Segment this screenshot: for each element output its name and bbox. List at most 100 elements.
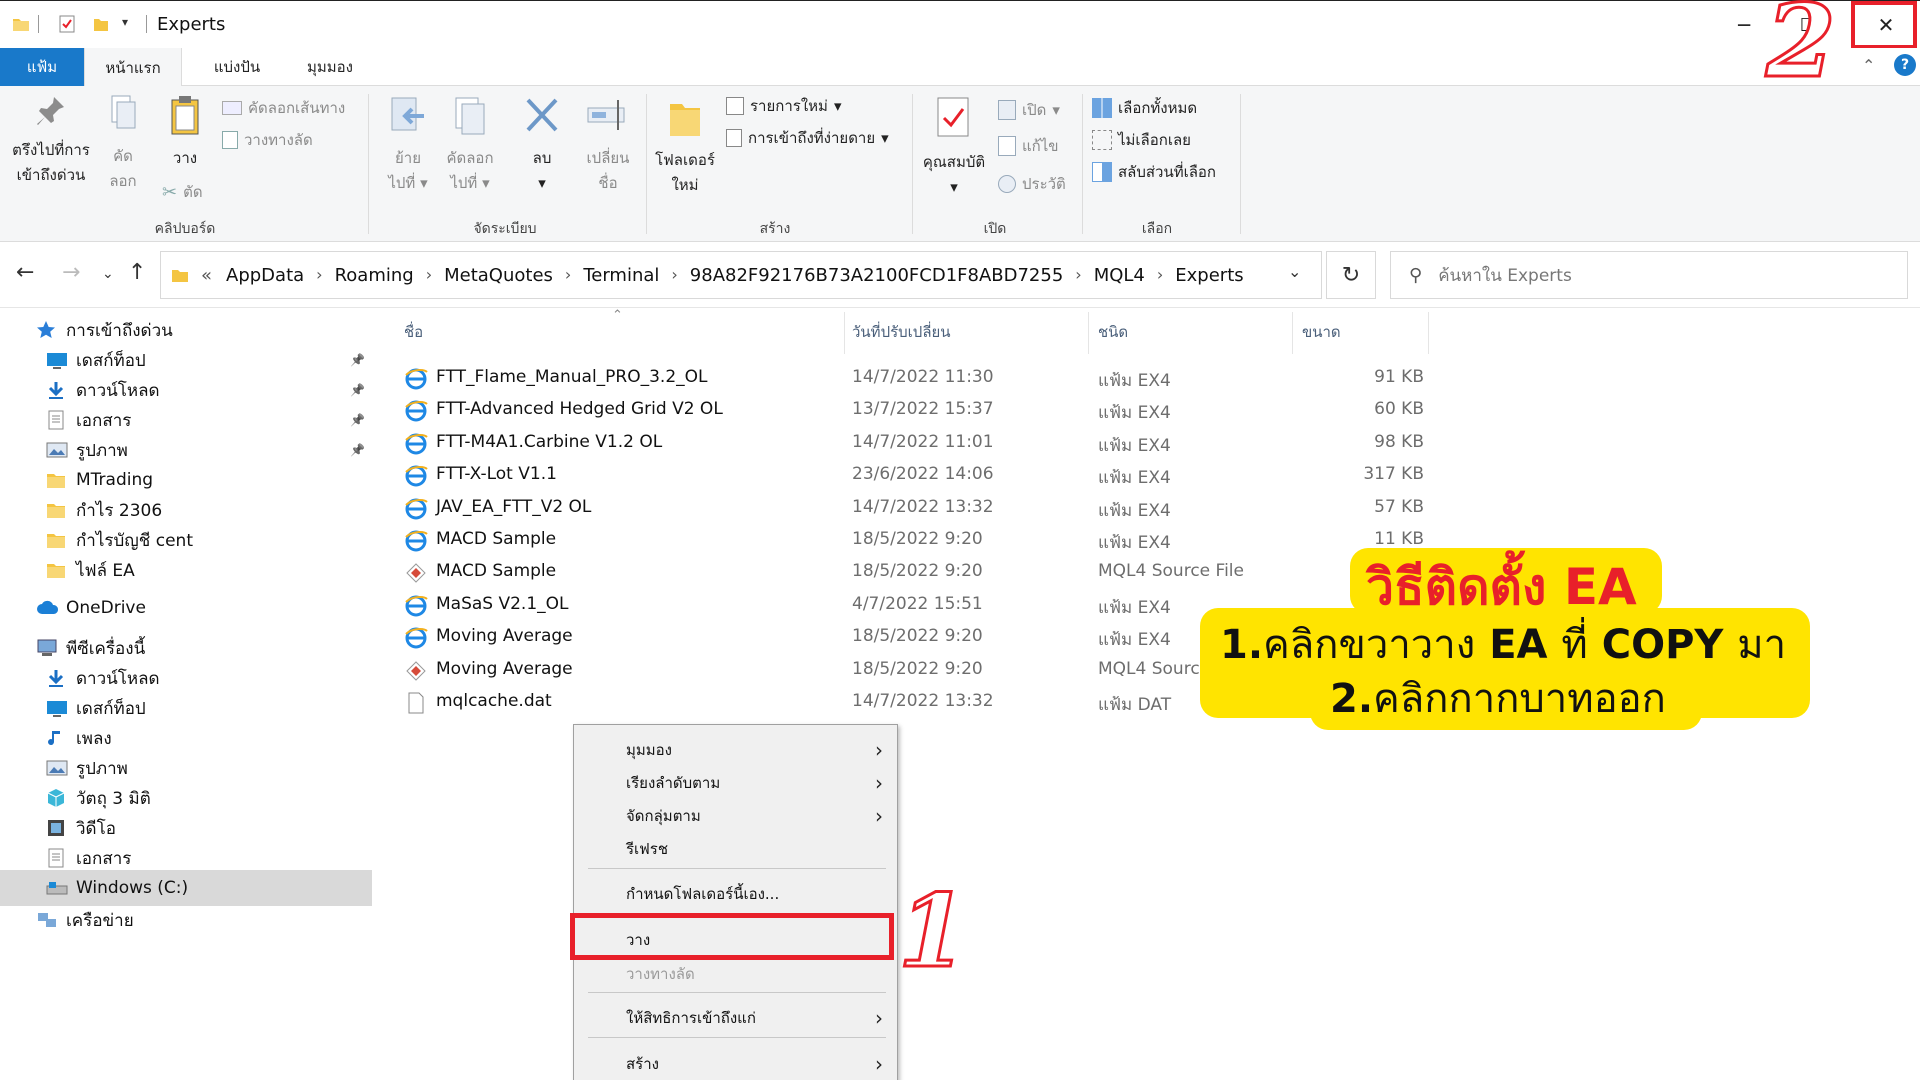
nav-item[interactable]: Windows (C:) — [0, 870, 372, 906]
context-menu-separator — [588, 992, 886, 993]
delete-label: ลบ — [532, 149, 552, 167]
file-name: MACD Sample — [436, 529, 557, 549]
file-row[interactable]: JAV_EA_FTT_V2 OL 14/7/2022 13:32 แฟ้ม EX4 5… — [404, 492, 1804, 524]
breadcrumb-item[interactable]: Experts — [1175, 265, 1243, 286]
nav-item-label: กำไร 2306 — [76, 500, 163, 521]
easy-access-button[interactable]: การเข้าถึงที่ง่ายดาย ▾ — [726, 126, 889, 150]
file-type: แฟ้ม EX4 — [1098, 630, 1171, 651]
desktop-icon — [46, 698, 68, 718]
context-menu-separator — [588, 868, 886, 869]
context-menu-item[interactable]: มุมมอง › — [574, 733, 899, 766]
computer-icon — [36, 638, 58, 658]
help-icon[interactable]: ? — [1894, 54, 1916, 76]
up-arrow-icon[interactable]: ↑ — [128, 260, 146, 285]
close-highlight-box — [1851, 1, 1917, 49]
address-dropdown-chevron-icon[interactable]: ⌄ — [1288, 262, 1301, 281]
nav-item-label: OneDrive — [66, 598, 146, 618]
pin-quick-access-button[interactable]: ตรึงไปที่การ เข้าถึงด่วน — [6, 94, 96, 188]
context-menu-item[interactable]: เรียงลำดับตาม › — [574, 766, 899, 799]
breadcrumb-chevron-icon[interactable]: › — [426, 265, 432, 286]
file-row[interactable]: FTT-M4A1.Carbine V1.2 OL 14/7/2022 11:01 แ… — [404, 427, 1804, 459]
collapse-ribbon-icon[interactable]: ⌃ — [1862, 56, 1875, 75]
invert-selection-icon — [1092, 162, 1112, 182]
breadcrumb-chevron-icon[interactable]: › — [1075, 265, 1081, 286]
new-folder-icon[interactable] — [92, 15, 110, 33]
nav-item-label: MTrading — [76, 470, 154, 490]
nav-item[interactable]: ไฟล์ EA — [0, 552, 372, 588]
search-box[interactable]: ⚲ ค้นหาใน Experts — [1390, 251, 1908, 299]
invert-selection-button[interactable]: สลับส่วนที่เลือก — [1092, 160, 1216, 184]
file-type: MQL4 Source — [1098, 658, 1211, 679]
ie-icon — [404, 529, 428, 553]
breadcrumb-chevron-icon[interactable]: › — [565, 265, 571, 286]
delete-button[interactable]: ลบ ▾ — [514, 94, 570, 196]
select-none-button[interactable]: ไม่เลือกเลย — [1092, 128, 1191, 152]
tab-file[interactable]: แฟ้ม — [0, 48, 84, 86]
copy-button[interactable]: คัด ลอก — [98, 94, 148, 194]
move-to-button[interactable]: ย้าย ไปที่ ▾ — [378, 94, 438, 196]
nav-item[interactable]: OneDrive — [0, 590, 372, 626]
context-menu-item[interactable]: กำหนดโฟลเดอร์นี้เอง... — [574, 877, 899, 910]
breadcrumb-item[interactable]: 98A82F92176B73A2100FCD1F8ABD7255 — [690, 265, 1063, 286]
ie-icon — [404, 432, 428, 456]
breadcrumb-item[interactable]: MQL4 — [1094, 265, 1145, 286]
file-row[interactable]: FTT-Advanced Hedged Grid V2 OL 13/7/2022 … — [404, 394, 1804, 426]
copy-to-button[interactable]: คัดลอก ไปที่ ▾ — [438, 94, 502, 196]
file-name: Moving Average — [436, 658, 573, 679]
breadcrumb-item[interactable]: AppData — [226, 265, 304, 286]
breadcrumb-chevron-icon[interactable]: › — [316, 265, 322, 286]
column-header-size[interactable]: ขนาด — [1302, 320, 1341, 344]
open-button[interactable]: เปิด ▾ — [998, 98, 1060, 122]
quick-access-dropdown-icon[interactable]: ▾ — [122, 15, 128, 29]
paste-ribbon-button[interactable]: วาง — [160, 94, 210, 171]
breadcrumb-item[interactable]: MetaQuotes — [444, 265, 553, 286]
nav-item-label: กำไรบัญชี cent — [76, 530, 193, 551]
file-size: 91 KB — [1374, 367, 1424, 387]
context-menu-item[interactable]: จัดกลุ่มตาม › — [574, 799, 899, 832]
column-header-type[interactable]: ชนิด — [1098, 320, 1128, 344]
column-header-date[interactable]: วันที่ปรับเปลี่ยน — [852, 320, 951, 344]
back-arrow-icon[interactable]: ← — [16, 260, 34, 285]
rename-button[interactable]: เปลี่ยน ชื่อ — [578, 94, 638, 196]
nav-item[interactable]: เครือข่าย — [0, 902, 372, 938]
context-menu-item[interactable]: สร้าง › — [574, 1047, 899, 1080]
forward-arrow-icon[interactable]: → — [62, 260, 80, 285]
file-date: 14/7/2022 13:32 — [852, 691, 994, 711]
tab-share[interactable]: แบ่งปัน — [192, 48, 282, 86]
edit-button[interactable]: แก้ไข — [998, 134, 1059, 158]
properties-check-icon[interactable] — [58, 15, 76, 33]
address-overflow[interactable]: « — [201, 265, 212, 286]
copy-path-button[interactable]: คัดลอกเส้นทาง — [222, 96, 345, 120]
file-row[interactable]: FTT_Flame_Manual_PRO_3.2_OL 14/7/2022 11:… — [404, 362, 1804, 394]
file-row[interactable]: FTT-X-Lot V1.1 23/6/2022 14:06 แฟ้ม EX4 317… — [404, 459, 1804, 491]
paste-shortcut-button[interactable]: วางทางลัด — [222, 128, 313, 152]
breadcrumb-chevron-icon[interactable]: › — [671, 265, 677, 286]
cut-button[interactable]: ✂ ตัด — [162, 180, 203, 204]
select-all-button[interactable]: เลือกทั้งหมด — [1092, 96, 1197, 120]
new-item-button[interactable]: รายการใหม่ ▾ — [726, 94, 841, 118]
pinned-icon: 📌 — [350, 443, 365, 457]
nav-item-label: ไฟล์ EA — [76, 560, 135, 581]
history-button[interactable]: ประวัติ — [998, 172, 1066, 196]
context-menu-item[interactable]: วางทางลัด — [574, 957, 899, 990]
breadcrumb-item[interactable]: Roaming — [335, 265, 414, 286]
tab-home[interactable]: หน้าแรก — [84, 48, 182, 87]
tab-view[interactable]: มุมมอง — [282, 48, 378, 86]
nav-item-label: เดสก์ท็อป — [76, 698, 146, 719]
paste-highlight-box — [570, 913, 894, 960]
column-header-name[interactable]: ชื่อ — [404, 320, 423, 344]
breadcrumb-item[interactable]: Terminal — [583, 265, 659, 286]
context-menu-item[interactable]: รีเฟรช — [574, 832, 899, 865]
refresh-button[interactable]: ↻ — [1326, 251, 1376, 299]
breadcrumb-chevron-icon[interactable]: › — [1157, 265, 1163, 286]
new-folder-button[interactable]: โฟลเดอร์ ใหม่ — [654, 94, 716, 198]
context-menu-item-label: วางทางลัด — [626, 964, 695, 983]
address-bar[interactable]: « AppData › Roaming › MetaQuotes › Terminal › 98… — [160, 251, 1322, 299]
ribbon: ตรึงไปที่การ เข้าถึงด่วน คัด ลอก วาง คัด… — [0, 86, 1920, 242]
context-menu-item[interactable]: ให้สิทธิการเข้าถึงแก่ › — [574, 1001, 899, 1034]
recent-locations-chevron-icon[interactable]: ⌄ — [102, 266, 114, 282]
properties-button[interactable]: คุณสมบัติ ▾ — [916, 94, 992, 200]
search-placeholder: ค้นหาใน Experts — [1438, 265, 1572, 286]
file-name: MaSaS V2.1_OL — [436, 593, 569, 614]
paste-shortcut-icon — [222, 131, 238, 149]
